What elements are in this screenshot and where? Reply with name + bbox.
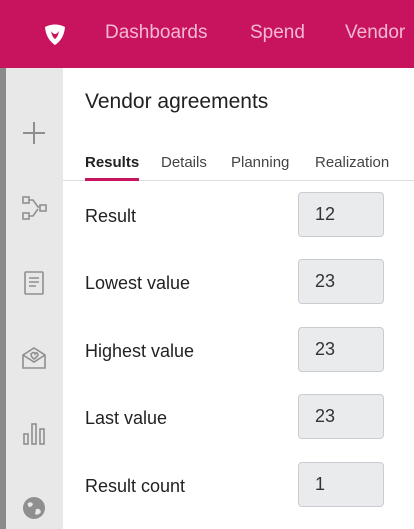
tab-realization[interactable]: Realization <box>315 154 389 171</box>
flow-diagram-icon[interactable] <box>20 194 48 222</box>
heart-shield-logo-icon[interactable] <box>42 23 68 47</box>
result-count-label: Result count <box>85 476 186 496</box>
highest-value-label: Highest value <box>85 341 195 361</box>
document-icon[interactable] <box>20 269 48 297</box>
page-title: Vendor agreements <box>85 90 269 113</box>
globe-icon[interactable] <box>20 494 48 522</box>
nav-item-dashboards[interactable]: Dashboards <box>105 22 207 44</box>
highest-value-field[interactable] <box>298 327 384 372</box>
sidebar <box>6 68 63 529</box>
lowest-value-field[interactable] <box>298 259 384 304</box>
bar-chart-icon[interactable] <box>20 419 48 447</box>
last-value-label: Last value <box>85 408 168 428</box>
result-label: Result <box>85 206 137 226</box>
tab-results[interactable]: Results <box>85 154 139 171</box>
active-tab-indicator <box>85 178 139 181</box>
nav-item-vendor[interactable]: Vendor <box>345 22 405 44</box>
tab-planning[interactable]: Planning <box>231 154 289 171</box>
plus-icon[interactable] <box>20 119 48 147</box>
tab-details[interactable]: Details <box>161 154 207 171</box>
top-navigation-bar: Dashboards Spend Vendor <box>0 0 414 68</box>
nav-item-spend[interactable]: Spend <box>250 22 305 44</box>
main-content: Vendor agreements Results Details Planni… <box>63 68 414 529</box>
result-field[interactable] <box>298 192 384 237</box>
lowest-value-label: Lowest value <box>85 273 191 293</box>
mail-heart-icon[interactable] <box>20 344 48 372</box>
last-value-field[interactable] <box>298 394 384 439</box>
result-count-field[interactable] <box>298 462 384 507</box>
tab-bar: Results Details Planning Realization <box>63 154 414 181</box>
